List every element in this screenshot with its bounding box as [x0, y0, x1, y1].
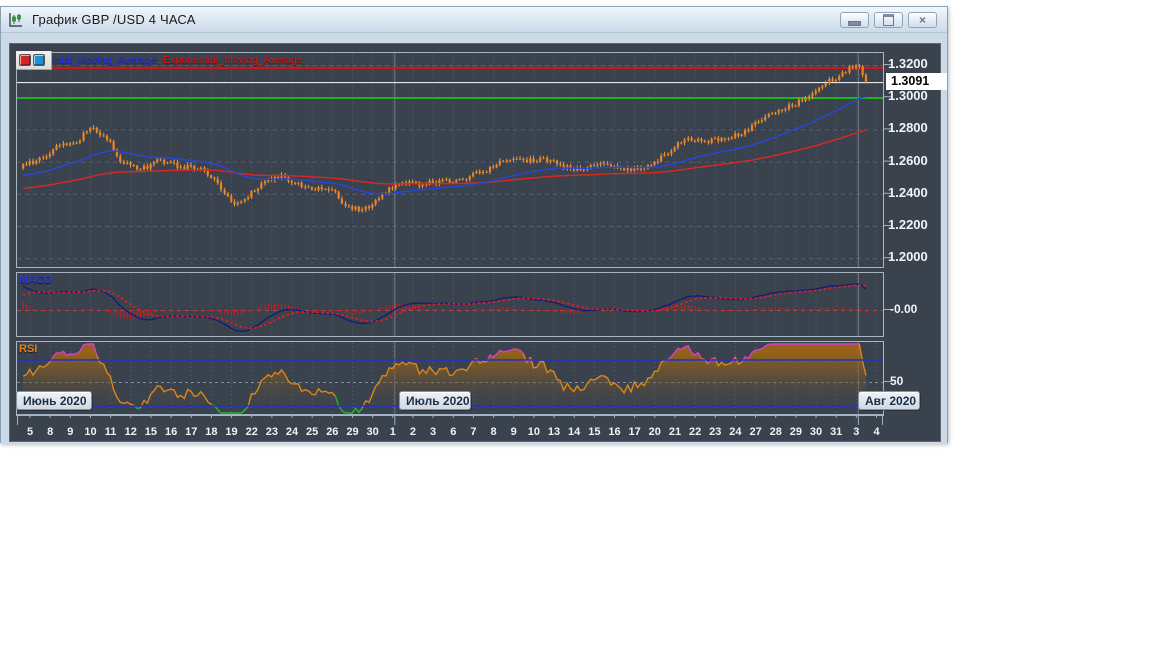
day-label: 13	[548, 426, 560, 438]
day-label: 7	[470, 426, 476, 438]
month-button-june[interactable]: Июнь 2020	[16, 391, 92, 410]
day-label: 15	[145, 426, 157, 438]
day-label: 5	[27, 426, 33, 438]
window-controls: ×	[840, 12, 937, 28]
day-label: 26	[326, 426, 338, 438]
price-panel[interactable]	[16, 52, 884, 268]
ema-red-swatch-button[interactable]	[19, 54, 31, 66]
month-button-aug[interactable]: Авг 2020	[858, 391, 920, 410]
day-label: 30	[810, 426, 822, 438]
day-label: 23	[709, 426, 721, 438]
day-label: 18	[205, 426, 217, 438]
day-label: 28	[770, 426, 782, 438]
price-tick-label: 1.3200	[888, 56, 928, 71]
day-label: 29	[346, 426, 358, 438]
day-label: 15	[588, 426, 600, 438]
price-tick-label: 1.2200	[888, 217, 928, 232]
titlebar[interactable]: График GBP /USD 4 ЧАСА ×	[1, 7, 947, 33]
day-label: 24	[729, 426, 742, 438]
day-label: 8	[47, 426, 53, 438]
day-label: 20	[649, 426, 661, 438]
window-title: График GBP /USD 4 ЧАСА	[32, 12, 196, 27]
day-label: 1	[390, 426, 396, 438]
restore-icon	[883, 14, 894, 26]
window-body: 5 8 9 10 11 12 15 16 17 18 19 22 23 24 25 26 29 30 1 2 3 6 7 8 9…	[1, 33, 947, 444]
day-label: 2	[410, 426, 416, 438]
day-label: 17	[629, 426, 641, 438]
candlestick-chart-icon	[8, 11, 26, 29]
day-label: 16	[608, 426, 620, 438]
month-button-july[interactable]: Июль 2020	[399, 391, 471, 410]
day-label: 14	[568, 426, 581, 438]
price-tick-label: 1.2000	[888, 249, 928, 265]
day-label: 17	[185, 426, 197, 438]
day-label: 22	[246, 426, 258, 438]
day-label: 3	[430, 426, 436, 438]
day-label: 22	[689, 426, 701, 438]
price-tick-label: 1.3000	[888, 88, 928, 104]
macd-panel[interactable]	[16, 272, 884, 337]
day-label: 10	[84, 426, 96, 438]
ema-blue-swatch-button[interactable]	[33, 54, 45, 66]
chart-window: График GBP /USD 4 ЧАСА × 5 8 9 10 11 12 15 16 17…	[0, 6, 948, 444]
day-label: 29	[790, 426, 802, 438]
time-axis: 5 8 9 10 11 12 15 16 17 18 19 22 23 24 25 26 29 30 1 2 3 6 7 8 9…	[17, 414, 883, 438]
day-label: 19	[225, 426, 237, 438]
day-label: 27	[749, 426, 761, 438]
day-label: 25	[306, 426, 318, 438]
day-label: 31	[830, 426, 842, 438]
minimize-button[interactable]	[840, 12, 869, 28]
day-label: 8	[491, 426, 497, 438]
macd-axis-label: -0.00	[890, 302, 918, 316]
day-label: 21	[669, 426, 681, 438]
close-button[interactable]: ×	[908, 12, 937, 28]
day-label: 23	[266, 426, 278, 438]
macd-label: MACD	[19, 274, 52, 286]
day-label: 4	[873, 426, 880, 438]
day-label: 24	[286, 426, 299, 438]
day-label: 16	[165, 426, 177, 438]
desktop: График GBP /USD 4 ЧАСА × 5 8 9 10 11 12 15 16 17…	[0, 0, 1152, 648]
day-label: 10	[528, 426, 540, 438]
current-price-tag: 1.3091	[886, 73, 947, 90]
day-label: 9	[511, 426, 517, 438]
day-label: 9	[67, 426, 73, 438]
day-label: 12	[125, 426, 137, 438]
minimize-icon	[848, 20, 861, 26]
day-label: 11	[105, 426, 117, 438]
rsi-axis-label: 50	[890, 374, 904, 388]
price-tick-label: 1.2600	[888, 152, 928, 168]
indicator-buttons	[16, 51, 52, 70]
legend-ema-slow: Exponential_Moving_Average	[163, 54, 303, 66]
day-label: 30	[367, 426, 379, 438]
day-label: 6	[450, 426, 456, 438]
chart-surface: 5 8 9 10 11 12 15 16 17 18 19 22 23 24 25 26 29 30 1 2 3 6 7 8 9…	[9, 43, 947, 442]
close-icon: ×	[918, 13, 926, 27]
indicator-legend: Exponential_Moving_Average: Exponential_M…	[17, 54, 303, 66]
price-tick-label: 1.2800	[888, 120, 928, 136]
legend-separator: :	[158, 54, 162, 66]
rsi-label: RSI	[19, 343, 38, 355]
price-tick-label: 1.2400	[888, 184, 928, 200]
day-label: 3	[853, 426, 859, 438]
restore-button[interactable]	[874, 12, 903, 28]
